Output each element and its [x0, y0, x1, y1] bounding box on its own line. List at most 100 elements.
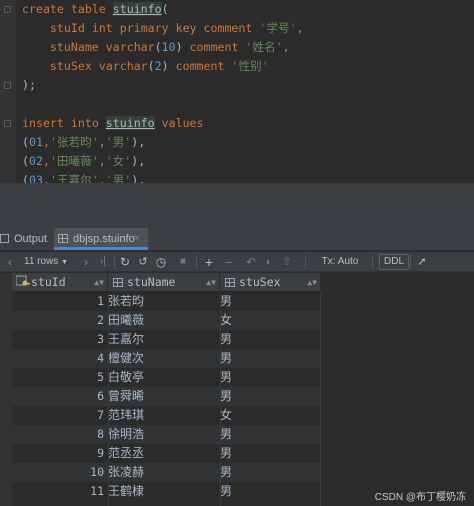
table-row[interactable]: 3 王嘉尔男	[12, 330, 320, 349]
grid-rows: 1 张若昀男 2 田曦薇女 3 王嘉尔男 4 檀健次男 5 白敬亭男 6 曾舜晞男 7 范玮琪…	[12, 292, 320, 501]
fold-marker-icon[interactable]	[4, 82, 11, 89]
cell-stuname[interactable]: 范玮琪	[108, 406, 218, 425]
code-line-10: (03,'王嘉尔','男'),	[22, 171, 145, 183]
result-tabs: Output dbjsp.stuinfo ×	[0, 228, 474, 251]
preview-icon[interactable]: ◐	[262, 252, 276, 272]
column-header-label: stuId	[31, 275, 66, 289]
cell-stusex[interactable]: 男	[220, 292, 320, 311]
history-icon[interactable]: ↺	[136, 252, 150, 272]
cell-stuname[interactable]: 曾舜晞	[108, 387, 218, 406]
next-page-icon[interactable]: ›	[80, 252, 92, 272]
cell-stuname[interactable]: 王鹤棣	[108, 482, 218, 501]
row-count-label: 11 rows	[24, 256, 59, 267]
refresh-icon[interactable]: ↻	[118, 252, 132, 272]
cell-stuname[interactable]: 白敬亭	[108, 368, 218, 387]
tab-dbjsp-stuinfo[interactable]: dbjsp.stuinfo ×	[54, 228, 148, 250]
cell-stusex[interactable]: 男	[220, 463, 320, 482]
cell-stuid[interactable]: 2	[12, 311, 104, 330]
revert-icon[interactable]: ↶	[244, 252, 258, 272]
cell-stusex[interactable]: 男	[220, 368, 320, 387]
table-row[interactable]: 9 范丞丞男	[12, 444, 320, 463]
cell-stuid[interactable]: 7	[12, 406, 104, 425]
number-literal: 01	[28, 135, 43, 149]
last-page-icon[interactable]: ›|	[96, 252, 110, 272]
tool-window-gap	[0, 185, 474, 228]
cell-stusex[interactable]: 男	[220, 387, 320, 406]
tx-mode-selector[interactable]: Tx: Auto ▼	[320, 252, 360, 286]
number-literal: 02	[28, 154, 43, 168]
keyword: primary key	[119, 21, 197, 35]
column-header-stuname[interactable]: stuName ▲▼	[108, 273, 220, 292]
cell-stuid[interactable]: 6	[12, 387, 104, 406]
punctuation: ,	[98, 135, 106, 149]
punctuation: (	[22, 135, 29, 149]
keyword: table	[70, 2, 106, 16]
pin-icon[interactable]: ➚	[414, 252, 430, 272]
string-literal: '女'	[105, 154, 132, 168]
table-row[interactable]: 7 范玮琪女	[12, 406, 320, 425]
cell-stusex[interactable]: 男	[220, 330, 320, 349]
cell-stuid[interactable]: 5	[12, 368, 104, 387]
cell-stusex[interactable]: 男	[220, 444, 320, 463]
punctuation: ,	[42, 173, 50, 183]
sort-icon[interactable]: ▲▼	[94, 273, 104, 292]
chevron-down-icon: ▼	[61, 259, 68, 266]
first-page-icon[interactable]: ‹	[4, 252, 16, 272]
add-row-icon[interactable]: +	[202, 252, 216, 272]
column-header-stusex[interactable]: stuSex ▲▼	[220, 273, 320, 292]
sql-editor[interactable]: create table stuinfo( stuId int primary …	[0, 0, 474, 183]
cell-stusex[interactable]: 男	[220, 482, 320, 501]
fold-marker-icon[interactable]	[4, 120, 11, 127]
cell-stusex[interactable]: 女	[220, 406, 320, 425]
table-row[interactable]: 10 张凌赫男	[12, 463, 320, 482]
cell-stuid[interactable]: 10	[12, 463, 104, 482]
table-row[interactable]: 6 曾舜晞男	[12, 387, 320, 406]
tab-output[interactable]: Output	[0, 228, 47, 250]
sort-icon[interactable]: ▲▼	[206, 273, 216, 292]
cell-stuname[interactable]: 檀健次	[108, 349, 218, 368]
cell-stuname[interactable]: 张凌赫	[108, 463, 218, 482]
cell-stuid[interactable]: 3	[12, 330, 104, 349]
cell-stuid[interactable]: 9	[12, 444, 104, 463]
cell-stuname[interactable]: 范丞丞	[108, 444, 218, 463]
column-header-stuid[interactable]: stuId ▲▼	[12, 273, 108, 292]
fold-marker-icon[interactable]	[4, 6, 11, 13]
cell-stuid[interactable]: 11	[12, 482, 104, 501]
punctuation: (	[147, 59, 155, 73]
cell-stusex[interactable]: 男	[220, 349, 320, 368]
ddl-button[interactable]: DDL	[379, 254, 410, 270]
table-row[interactable]: 1 张若昀男	[12, 292, 320, 311]
cell-stuname[interactable]: 张若昀	[108, 292, 218, 311]
clock-icon[interactable]: ◷	[154, 252, 168, 272]
table-row[interactable]: 4 檀健次男	[12, 349, 320, 368]
number-literal: 2	[154, 59, 162, 73]
table-row[interactable]: 8 徐明浩男	[12, 425, 320, 444]
result-grid[interactable]: stuId ▲▼ stuName ▲▼ stuSex ▲▼ 1 张若昀男 2 田曦薇女 3…	[0, 273, 474, 506]
punctuation: ,	[98, 173, 106, 183]
cell-stuname[interactable]: 王嘉尔	[108, 330, 218, 349]
cell-stusex[interactable]: 女	[220, 311, 320, 330]
column-name: stuName	[49, 40, 99, 54]
punctuation: );	[22, 78, 36, 92]
cell-stusex[interactable]: 男	[220, 425, 320, 444]
table-row[interactable]: 2 田曦薇女	[12, 311, 320, 330]
table-row[interactable]: 5 白敬亭男	[12, 368, 320, 387]
cell-stuname[interactable]: 田曦薇	[108, 311, 218, 330]
table-name: stuinfo	[112, 2, 162, 16]
punctuation: ),	[131, 135, 146, 149]
cell-stuid[interactable]: 4	[12, 349, 104, 368]
punctuation: (	[161, 2, 169, 16]
cell-stuid[interactable]: 8	[12, 425, 104, 444]
cell-stuname[interactable]: 徐明浩	[108, 425, 218, 444]
close-icon[interactable]: ×	[134, 228, 140, 250]
delete-row-icon[interactable]: −	[222, 252, 236, 272]
row-count-selector[interactable]: 11 rows ▼	[24, 252, 74, 272]
string-literal: '王嘉尔'	[49, 173, 99, 183]
type-keyword: varchar	[98, 59, 148, 73]
sort-icon[interactable]: ▲▼	[307, 273, 317, 292]
stop-icon[interactable]: ■	[176, 252, 190, 272]
table-row[interactable]: 11 王鹤棣男	[12, 482, 320, 501]
cell-stuid[interactable]: 1	[12, 292, 104, 311]
ddl-label: DDL	[384, 256, 405, 267]
submit-icon[interactable]: ⇧	[280, 252, 294, 272]
